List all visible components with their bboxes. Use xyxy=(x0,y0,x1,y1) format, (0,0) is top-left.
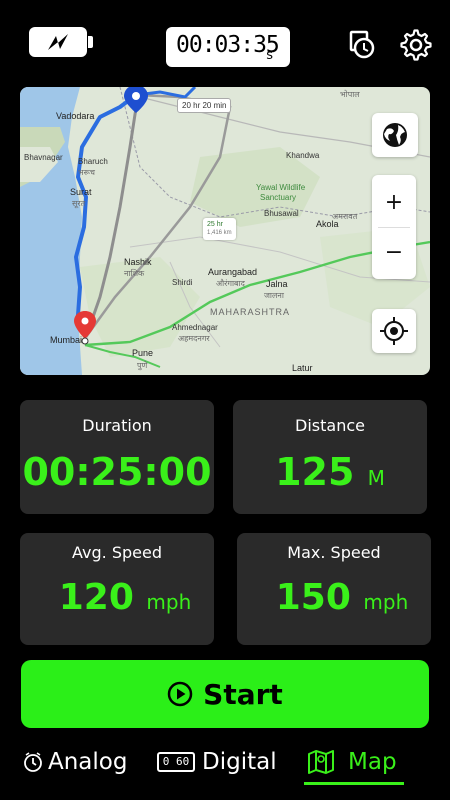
avg-speed-unit: mph xyxy=(146,590,192,614)
active-tab-indicator xyxy=(304,782,404,785)
max-speed-value: 150 xyxy=(275,577,351,618)
map-fold-icon xyxy=(308,750,334,774)
start-button-label: Start xyxy=(203,677,283,711)
map-label-bhopal: भोपाल xyxy=(340,90,360,99)
route-time-text: 20 hr 20 min xyxy=(182,101,227,110)
map-label-ahmednagar: Ahmednagar xyxy=(172,323,218,332)
battery-charging-icon xyxy=(29,27,93,57)
map-label-bharuch: Bharuch xyxy=(78,157,108,166)
map-label-shirdi: Shirdi xyxy=(172,278,193,287)
max-speed-title: Max. Speed xyxy=(287,543,381,562)
map-label-surat-local: सूरत xyxy=(72,199,86,208)
clock-icon xyxy=(24,752,42,772)
distance-value: 125 xyxy=(275,450,355,494)
zoom-out-button[interactable]: − xyxy=(372,231,416,273)
history-reset-icon[interactable] xyxy=(345,28,379,62)
zoom-controls: + − xyxy=(372,175,416,279)
map-label-bharuch-local: भरूच xyxy=(78,168,95,177)
distance-value-row: 125 M xyxy=(233,450,427,494)
timer-value: 00:03:35 xyxy=(176,32,280,58)
map-label-yawal: Yawal Wildlife xyxy=(256,183,306,192)
map-label-aurangabad-local: औरंगाबाद xyxy=(216,279,245,288)
zoom-in-button[interactable]: + xyxy=(372,181,416,223)
trip-timer: 00:03:35 s xyxy=(166,27,290,67)
max-speed-value-row: 150 mph xyxy=(237,577,431,618)
duration-value: 00:25:00 xyxy=(22,450,212,494)
tab-digital[interactable]: 0 60 Digital xyxy=(157,746,277,778)
map-label-bhusawal: Bhusawal xyxy=(264,209,299,218)
map-label-maharashtra: MAHARASHTRA xyxy=(210,307,291,317)
map-label-pune-local: पुणे xyxy=(137,361,148,370)
tab-analog[interactable]: Analog xyxy=(22,746,127,778)
crosshair-locate-icon[interactable] xyxy=(372,309,416,353)
map-label-nashik-local: नाशिक xyxy=(124,269,145,278)
tab-map-label: Map xyxy=(348,749,397,775)
distance-card: Distance 125 M xyxy=(233,400,427,514)
avg-speed-value: 120 xyxy=(58,577,134,618)
map-label-bhavnagar: Bhavnagar xyxy=(24,153,63,162)
max-speed-card: Max. Speed 150 mph xyxy=(237,533,431,645)
map-label-surat: Surat xyxy=(70,187,92,197)
map-label-khandwa: Khandwa xyxy=(286,151,320,160)
map-label-nashik: Nashik xyxy=(124,257,152,267)
avg-speed-title: Avg. Speed xyxy=(72,543,162,562)
duration-card: Duration 00:25:00 xyxy=(20,400,214,514)
map-label-ahmednagar-local: अहमदनगर xyxy=(178,334,210,343)
alt-route-time: 25 hr xyxy=(207,221,223,228)
gear-icon[interactable] xyxy=(399,28,433,62)
map-label-aurangabad: Aurangabad xyxy=(208,267,258,277)
tab-analog-label: Analog xyxy=(48,749,128,775)
avg-speed-value-row: 120 mph xyxy=(20,577,214,618)
play-circle-icon xyxy=(167,681,193,707)
route-map[interactable]: Vadodara Bhavnagar Bharuch भरूच Surat सू… xyxy=(20,87,430,375)
map-label-amravati: अमरावत xyxy=(332,212,358,221)
map-label-mumbai: Mumbai xyxy=(50,335,83,345)
map-label-yawal-2: Sanctuary xyxy=(260,193,297,202)
globe-icon[interactable] xyxy=(372,113,418,157)
map-label-vadodara: Vadodara xyxy=(56,111,95,121)
alt-route-distance: 1,416 km xyxy=(207,230,232,236)
alt-route-tag[interactable]: 25 hr 1,416 km xyxy=(203,218,236,240)
start-button[interactable]: Start xyxy=(21,660,429,728)
tab-digital-label: Digital xyxy=(202,749,277,775)
map-label-jalna-local: जालना xyxy=(264,291,284,300)
route-time-tag[interactable]: 20 hr 20 min xyxy=(177,98,232,113)
tab-map[interactable]: Map xyxy=(306,746,397,778)
distance-title: Distance xyxy=(295,416,365,435)
avg-speed-card: Avg. Speed 120 mph xyxy=(20,533,214,645)
distance-unit: M xyxy=(367,466,385,490)
max-speed-unit: mph xyxy=(363,590,409,614)
digital-display-icon: 0 60 xyxy=(157,752,195,772)
map-label-jalna: Jalna xyxy=(266,279,288,289)
timer-unit: s xyxy=(266,48,273,63)
duration-title: Duration xyxy=(82,416,152,435)
map-label-latur: Latur xyxy=(292,363,313,373)
map-label-pune: Pune xyxy=(132,348,154,358)
